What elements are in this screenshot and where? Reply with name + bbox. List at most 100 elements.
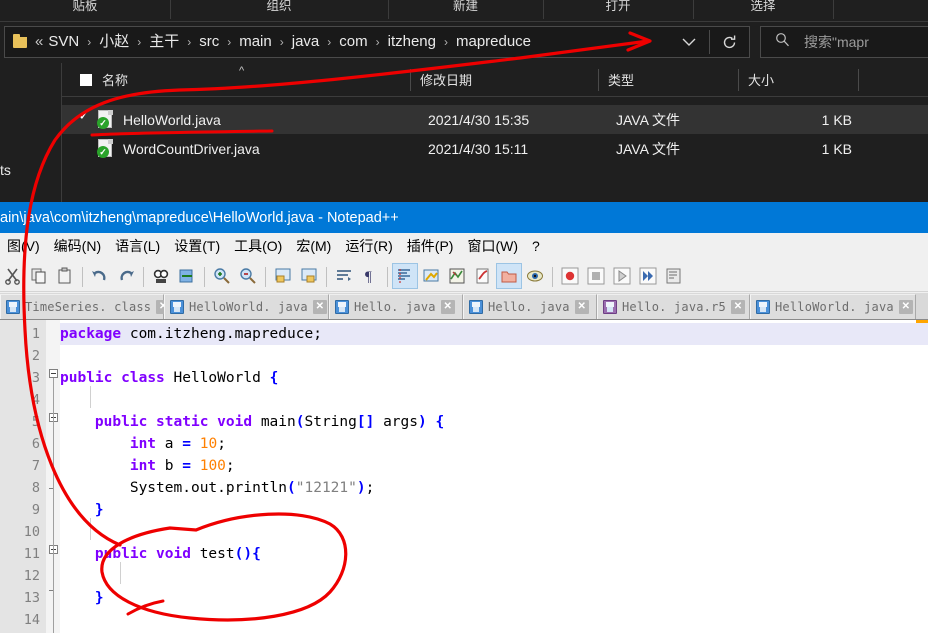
breadcrumb-root-chevrons[interactable]: « xyxy=(33,31,46,53)
fold-toggle-class[interactable] xyxy=(49,369,58,378)
code-line[interactable]: } xyxy=(60,499,104,521)
table-row[interactable]: ✓ WordCountDriver.java 2021/4/30 15:11 JAVA… xyxy=(62,134,928,163)
address-history-dropdown[interactable] xyxy=(669,27,709,57)
breadcrumb-item-SVN[interactable]: SVN xyxy=(46,31,81,53)
playback-multi-icon[interactable] xyxy=(635,263,661,289)
zoom-in-icon[interactable] xyxy=(209,263,235,289)
search-box[interactable]: 搜索"mapr xyxy=(760,26,928,58)
document-tab[interactable]: TimeSeries. class✕ xyxy=(0,294,171,319)
table-row[interactable]: ✓ HelloWorld.java 2021/4/30 15:35 JAVA 文件 1 … xyxy=(62,105,928,134)
folder-icon xyxy=(11,33,33,51)
code-line[interactable]: int a = 10; xyxy=(60,433,226,455)
document-tab[interactable]: Hello. java.r5 ✕ xyxy=(597,294,750,319)
code-line[interactable]: System.out.println("12121"); xyxy=(60,477,374,499)
sync-h-icon[interactable] xyxy=(270,263,296,289)
breadcrumb-item-小赵[interactable]: 小赵 xyxy=(97,31,131,53)
code-line[interactable]: int b = 100; xyxy=(60,455,235,477)
column-header-date[interactable]: 修改日期 xyxy=(410,63,598,97)
func-list-icon[interactable] xyxy=(470,263,496,289)
user-lang-icon[interactable] xyxy=(418,263,444,289)
show-all-chars-icon[interactable]: ¶ xyxy=(357,263,383,289)
document-tab-label: HelloWorld. java xyxy=(775,300,894,314)
play-macro-icon[interactable] xyxy=(609,263,635,289)
cut-icon[interactable] xyxy=(0,263,26,289)
breadcrumb-item-src[interactable]: src xyxy=(197,31,221,53)
save-icon-blue xyxy=(335,300,349,314)
code-line[interactable]: public static void main(String[] args) { xyxy=(60,411,444,433)
menu-item-运行r[interactable]: 运行(R) xyxy=(338,233,399,260)
breadcrumb-item-com[interactable]: com xyxy=(337,31,369,53)
row-checkbox[interactable] xyxy=(78,108,92,126)
document-tab-label: HelloWorld. java xyxy=(189,300,308,314)
record-macro-icon[interactable] xyxy=(557,263,583,289)
close-icon[interactable]: ✕ xyxy=(898,300,913,314)
code-line[interactable]: public class HelloWorld { xyxy=(60,367,278,389)
refresh-button[interactable] xyxy=(709,27,749,57)
document-tab[interactable]: HelloWorld. java ✕ xyxy=(750,294,916,319)
sort-ascending-caret: ^ xyxy=(239,65,245,77)
paste-icon[interactable] xyxy=(52,263,78,289)
file-date-cell: 2021/4/30 15:11 xyxy=(428,140,529,157)
breadcrumb-item-main[interactable]: main xyxy=(237,31,274,53)
toolbar-separator xyxy=(200,265,209,287)
menu-item-设置t[interactable]: 设置(T) xyxy=(167,233,227,260)
file-size-cell: 1 KB xyxy=(821,140,852,157)
column-header-name[interactable]: 名称 xyxy=(62,63,410,97)
line-number: 3 xyxy=(31,370,40,386)
file-list: 名称 修改日期 类型 大小 ^ ✓ HelloWorld.java 2021/4/30 1… xyxy=(62,63,928,202)
menu-item-窗口w[interactable]: 窗口(W) xyxy=(460,233,525,260)
close-icon[interactable]: ✕ xyxy=(440,300,455,314)
address-bar[interactable]: «SVN › 小赵 › 主干 › src › main › java › com › itzheng › map… xyxy=(4,26,750,58)
save-macro-icon[interactable] xyxy=(661,263,687,289)
document-tab[interactable]: Hello. java ✕ xyxy=(463,294,597,319)
menu-item-图v[interactable]: 图(V) xyxy=(0,233,47,260)
redo-icon[interactable] xyxy=(113,263,139,289)
breadcrumb[interactable]: «SVN › 小赵 › 主干 › src › main › java › com › itzheng › map… xyxy=(33,31,669,53)
menu-item-插件p[interactable]: 插件(P) xyxy=(400,233,461,260)
document-tab[interactable]: Hello. java ✕ xyxy=(329,294,463,319)
sync-v-icon[interactable] xyxy=(296,263,322,289)
breadcrumb-item-itzheng[interactable]: itzheng xyxy=(386,31,438,53)
menu-item-宏m[interactable]: 宏(M) xyxy=(289,233,338,260)
folder-as-workspace-icon[interactable] xyxy=(496,262,522,289)
indent-guide-icon[interactable] xyxy=(392,262,418,289)
code-editor[interactable]: 1 package com.itzheng.mapreduce; 2 3 public … xyxy=(0,320,928,633)
breadcrumb-item-mapreduce[interactable]: mapreduce xyxy=(454,31,533,53)
file-name-cell: HelloWorld.java xyxy=(123,111,221,128)
column-header-type[interactable]: 类型 xyxy=(598,63,738,97)
line-number: 7 xyxy=(31,458,40,474)
zoom-out-icon[interactable] xyxy=(235,263,261,289)
toolbar-separator xyxy=(322,265,331,287)
word-wrap-icon[interactable] xyxy=(331,263,357,289)
close-icon[interactable]: ✕ xyxy=(730,300,745,314)
select-all-checkbox[interactable] xyxy=(80,73,92,86)
breadcrumb-item-java[interactable]: java xyxy=(290,31,322,53)
line-number: 9 xyxy=(31,502,40,518)
row-checkbox[interactable] xyxy=(79,142,92,155)
breadcrumb-item-主干[interactable]: 主干 xyxy=(147,31,181,53)
copy-icon[interactable] xyxy=(26,263,52,289)
close-icon[interactable]: ✕ xyxy=(312,300,327,314)
undo-icon[interactable] xyxy=(87,263,113,289)
find-icon[interactable] xyxy=(148,263,174,289)
replace-icon[interactable] xyxy=(174,263,200,289)
file-date-cell: 2021/4/30 15:35 xyxy=(428,111,530,128)
indent-guide xyxy=(90,518,91,540)
document-tab[interactable]: HelloWorld. java ✕ xyxy=(164,294,329,319)
close-icon[interactable]: ✕ xyxy=(574,300,589,314)
menu-item-工具o[interactable]: 工具(O) xyxy=(227,233,289,260)
code-line[interactable]: package com.itzheng.mapreduce; xyxy=(60,323,322,345)
doc-map-icon[interactable] xyxy=(444,263,470,289)
document-tab-label: Hello. java xyxy=(354,300,436,314)
menu-item-语言l[interactable]: 语言(L) xyxy=(108,233,167,260)
column-header-size[interactable]: 大小 xyxy=(738,63,858,97)
code-line[interactable]: } xyxy=(60,587,104,609)
monitor-icon[interactable] xyxy=(522,263,548,289)
stop-macro-icon[interactable] xyxy=(583,263,609,289)
save-icon-blue xyxy=(6,300,20,314)
menu-item-编码n[interactable]: 编码(N) xyxy=(47,233,108,260)
line-number: 8 xyxy=(31,480,40,496)
menu-item-?[interactable]: ? xyxy=(525,233,547,260)
sidebar-item-truncated[interactable]: ts xyxy=(0,155,62,185)
code-line[interactable]: public void test(){ xyxy=(60,543,261,565)
